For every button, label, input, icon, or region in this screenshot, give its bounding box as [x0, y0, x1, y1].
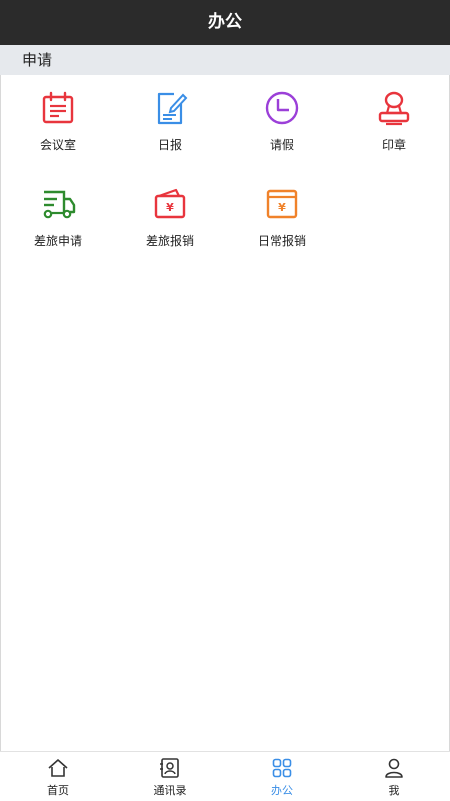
- clock-icon: [265, 91, 299, 125]
- tile-label: 请假: [269, 138, 294, 152]
- svg-text:¥: ¥: [166, 201, 174, 214]
- nav-label: 办公: [271, 784, 293, 797]
- tile-travel-request[interactable]: 差旅申请: [2, 174, 114, 264]
- tile-label: 会议室: [39, 138, 76, 152]
- tile-daily-reimbursement[interactable]: ¥ 日常报销: [226, 174, 338, 264]
- section-title: 申请: [22, 51, 53, 69]
- wallet-yuan-icon: ¥: [154, 188, 186, 219]
- nav-label: 我: [388, 784, 400, 797]
- truck-icon: [43, 190, 76, 219]
- top-bar: 办公: [0, 0, 450, 45]
- svg-text:¥: ¥: [278, 201, 286, 214]
- nav-label: 首页: [47, 784, 69, 797]
- seal-stamp-icon: [378, 91, 410, 126]
- bottom-nav: 首页 通讯录 办公 我: [0, 751, 450, 801]
- tile-label: 差旅申请: [33, 234, 82, 248]
- tile-label: 日常报销: [257, 234, 306, 248]
- nav-label: 通讯录: [153, 784, 187, 797]
- nav-me[interactable]: 我: [338, 752, 450, 801]
- tile-label: 印章: [381, 138, 406, 152]
- tile-leave-request[interactable]: 请假: [226, 78, 338, 168]
- nav-contacts[interactable]: 通讯录: [114, 752, 226, 801]
- grid-icon: [272, 758, 292, 778]
- yuan-box-icon: ¥: [266, 189, 298, 219]
- home-icon: [48, 759, 68, 777]
- section-header: 申请: [0, 45, 450, 75]
- tile-label: 差旅报销: [145, 234, 194, 248]
- tile-meeting-room[interactable]: 会议室: [2, 78, 114, 168]
- tile-label: 日报: [157, 138, 182, 152]
- edit-document-icon: [157, 92, 188, 125]
- tile-travel-reimbursement[interactable]: ¥ 差旅报销: [114, 174, 226, 264]
- tile-daily-report[interactable]: 日报: [114, 78, 226, 168]
- nav-office[interactable]: 办公: [226, 752, 338, 801]
- nav-home[interactable]: 首页: [2, 752, 114, 801]
- calendar-icon: [42, 91, 74, 124]
- page-title: 办公: [208, 12, 242, 32]
- user-icon: [385, 758, 403, 778]
- contacts-icon: [160, 758, 179, 778]
- tile-seal[interactable]: 印章: [338, 78, 450, 168]
